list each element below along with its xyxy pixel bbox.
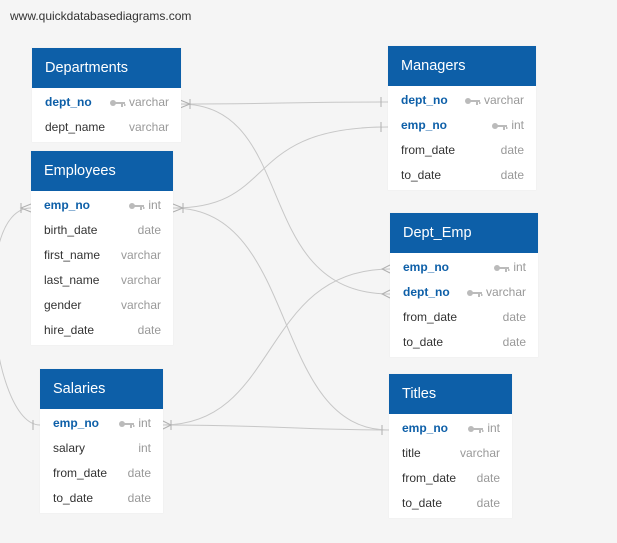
field-emp-no[interactable]: emp_no int xyxy=(388,113,536,138)
field-name: emp_no xyxy=(53,416,100,430)
field-name: dept_no xyxy=(401,93,448,107)
field-type: int xyxy=(128,193,161,218)
field-emp-no[interactable]: emp_no int xyxy=(389,416,512,441)
field-dept-no[interactable]: dept_no varchar xyxy=(388,88,536,113)
relation-salaries-dept-emp xyxy=(162,268,391,426)
table-departments[interactable]: Departments dept_no varchar dept_name va… xyxy=(32,48,181,142)
key-icon xyxy=(464,97,481,105)
field-last-name[interactable]: last_name varchar xyxy=(31,268,173,293)
field-from-date[interactable]: from_date date xyxy=(40,461,163,486)
field-to-date[interactable]: to_date date xyxy=(389,491,512,516)
field-dept-name[interactable]: dept_name varchar xyxy=(32,115,181,140)
table-title[interactable]: Titles xyxy=(389,374,512,414)
table-dept-emp[interactable]: Dept_Emp emp_no int dept_no varchar from… xyxy=(390,213,538,357)
field-name: to_date xyxy=(402,496,443,510)
field-name: last_name xyxy=(44,273,100,287)
field-dept-no[interactable]: dept_no varchar xyxy=(390,280,538,305)
key-icon xyxy=(466,289,483,297)
field-name: birth_date xyxy=(44,223,98,237)
field-type: int xyxy=(493,255,526,280)
field-type: int xyxy=(138,441,151,455)
field-type: date xyxy=(137,323,161,337)
relation-salaries-titles xyxy=(162,424,390,431)
field-type: int xyxy=(118,411,151,436)
field-name: emp_no xyxy=(401,118,448,132)
field-name: first_name xyxy=(44,248,101,262)
field-emp-no[interactable]: emp_no int xyxy=(31,193,173,218)
field-birth-date[interactable]: birth_date date xyxy=(31,218,173,243)
field-to-date[interactable]: to_date date xyxy=(40,486,163,511)
field-type: date xyxy=(500,143,524,157)
field-name: to_date xyxy=(401,168,442,182)
field-type: varchar xyxy=(464,88,524,113)
key-icon xyxy=(491,122,508,130)
relation-employees-managers xyxy=(172,126,389,209)
field-name: from_date xyxy=(401,143,456,157)
field-type: varchar xyxy=(120,273,161,287)
key-icon xyxy=(118,420,135,428)
field-name: from_date xyxy=(53,466,108,480)
key-icon xyxy=(467,425,484,433)
field-name: salary xyxy=(53,441,86,455)
field-type: date xyxy=(476,471,500,485)
field-name: dept_no xyxy=(403,285,450,299)
field-to-date[interactable]: to_date date xyxy=(390,330,538,355)
field-name: from_date xyxy=(402,471,457,485)
field-name: title xyxy=(402,446,421,460)
table-managers[interactable]: Managers dept_no varchar emp_no int from… xyxy=(388,46,536,190)
field-from-date[interactable]: from_date date xyxy=(390,305,538,330)
field-salary[interactable]: salary int xyxy=(40,436,163,461)
field-name: gender xyxy=(44,298,82,312)
field-type: date xyxy=(500,168,524,182)
relation-employees-titles xyxy=(172,207,390,431)
field-type: varchar xyxy=(120,298,161,312)
table-title[interactable]: Managers xyxy=(388,46,536,86)
field-to-date[interactable]: to_date date xyxy=(388,163,536,188)
field-name: dept_no xyxy=(45,95,92,109)
field-type: int xyxy=(491,113,524,138)
field-emp-no[interactable]: emp_no int xyxy=(40,411,163,436)
table-title[interactable]: Departments xyxy=(32,48,181,88)
field-type: date xyxy=(127,491,151,505)
key-icon xyxy=(128,202,145,210)
field-emp-no[interactable]: emp_no int xyxy=(390,255,538,280)
field-type: varchar xyxy=(128,120,169,134)
field-type: date xyxy=(502,335,526,349)
field-type: int xyxy=(467,416,500,441)
field-hire-date[interactable]: hire_date date xyxy=(31,318,173,343)
field-title[interactable]: title varchar xyxy=(389,441,512,466)
table-title[interactable]: Dept_Emp xyxy=(390,213,538,253)
field-type: varchar xyxy=(459,446,500,460)
field-from-date[interactable]: from_date date xyxy=(388,138,536,163)
table-titles[interactable]: Titles emp_no int title varchar from_dat… xyxy=(389,374,512,518)
field-type: varchar xyxy=(466,280,526,305)
table-employees[interactable]: Employees emp_no int birth_date date fir… xyxy=(31,151,173,345)
field-dept-no[interactable]: dept_no varchar xyxy=(32,90,181,115)
field-gender[interactable]: gender varchar xyxy=(31,293,173,318)
table-title[interactable]: Employees xyxy=(31,151,173,191)
field-type: varchar xyxy=(109,90,169,115)
field-type: varchar xyxy=(120,248,161,262)
field-name: emp_no xyxy=(44,198,91,212)
relation-departments-dept-emp xyxy=(179,103,391,295)
field-name: emp_no xyxy=(403,260,450,274)
field-name: hire_date xyxy=(44,323,95,337)
relation-departments-managers xyxy=(179,101,389,105)
field-name: to_date xyxy=(403,335,444,349)
field-type: date xyxy=(127,466,151,480)
field-name: emp_no xyxy=(402,421,449,435)
field-name: to_date xyxy=(53,491,94,505)
field-name: dept_name xyxy=(45,120,106,134)
key-icon xyxy=(109,99,126,107)
field-name: from_date xyxy=(403,310,458,324)
field-first-name[interactable]: first_name varchar xyxy=(31,243,173,268)
key-icon xyxy=(493,264,510,272)
field-type: date xyxy=(137,223,161,237)
table-title[interactable]: Salaries xyxy=(40,369,163,409)
table-salaries[interactable]: Salaries emp_no int salary int from_date… xyxy=(40,369,163,513)
field-from-date[interactable]: from_date date xyxy=(389,466,512,491)
field-type: date xyxy=(502,310,526,324)
field-type: date xyxy=(476,496,500,510)
